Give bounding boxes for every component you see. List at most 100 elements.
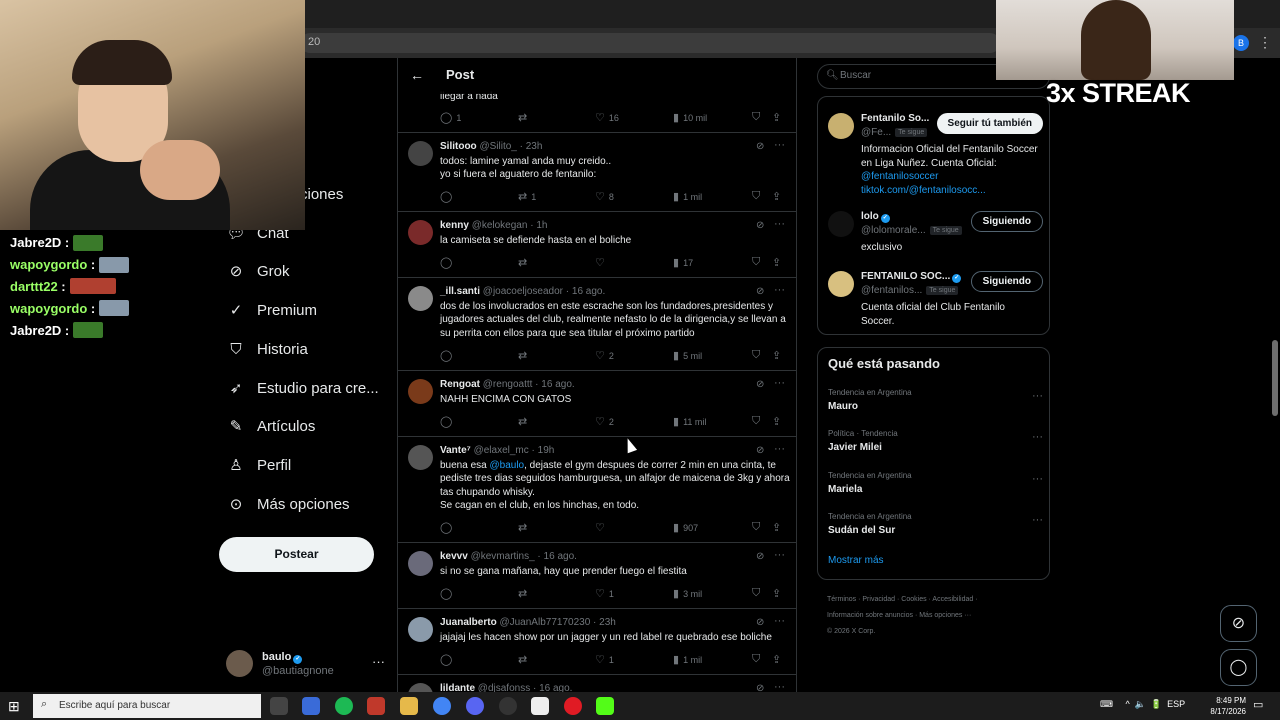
repost-button[interactable]: ⇄ (518, 256, 531, 269)
author-name[interactable]: kevvv (440, 551, 468, 562)
nav-item-mas-opciones[interactable]: ⊙ Más opciones (227, 489, 350, 519)
repost-button[interactable]: ⇄ (518, 415, 531, 428)
share-button[interactable]: ⇪ (772, 256, 781, 269)
reply-tweet[interactable]: Vante⁷ @elaxel_mc · 19h ⊘ ··· buena esa @… (398, 437, 796, 543)
author-handle[interactable]: @Silito_ (479, 141, 516, 152)
tweet-time[interactable]: 16 ago. (544, 551, 577, 562)
follow-back-button[interactable]: Seguir tú también (936, 113, 1043, 134)
following-button[interactable]: Siguiendo (970, 271, 1043, 292)
views-button[interactable]: ▮ 907 (673, 521, 698, 534)
grok-icon[interactable]: ⊘ (756, 683, 764, 692)
nav-item-historia[interactable]: ⛉ Historia (227, 334, 308, 364)
notifications-icon[interactable]: ▭ (1253, 698, 1263, 711)
more-icon[interactable]: ··· (1032, 390, 1043, 402)
author-handle[interactable]: @kelokegan (472, 220, 528, 231)
repost-button[interactable]: ⇄ (518, 587, 531, 600)
browser-menu-icon[interactable]: ⋮ (1258, 34, 1272, 51)
reply-tweet[interactable]: Juanalberto @JuanAlb77170230 · 23h ⊘ ··· … (398, 609, 796, 675)
grok-icon[interactable]: ⊘ (756, 445, 764, 456)
discord-icon[interactable] (466, 697, 484, 715)
grok-icon[interactable]: ⊘ (756, 286, 764, 297)
person-name-row[interactable]: FENTANILO SOC... ✓ (861, 271, 962, 283)
like-button[interactable]: ♡ 1 (595, 653, 614, 666)
task-view-icon[interactable] (270, 697, 288, 715)
grok-icon[interactable]: ⊘ (756, 379, 764, 390)
bio-url-link[interactable]: tiktok.com/@fentanilosocc... (861, 185, 986, 196)
repost-button[interactable]: ⇄ 1 (518, 190, 536, 203)
repost-button[interactable]: ⇄ (518, 521, 531, 534)
person-name-row[interactable]: lolo ✓ (861, 211, 890, 223)
nav-item-perfil[interactable]: ♙ Perfil (227, 450, 291, 480)
more-icon[interactable]: ··· (774, 549, 785, 561)
author-name[interactable]: Vante⁷ (440, 445, 471, 456)
more-icon[interactable]: ··· (774, 443, 785, 455)
more-icon[interactable]: ··· (774, 377, 785, 389)
author-handle[interactable]: @kevmartins_ (471, 551, 535, 562)
tweet-time[interactable]: 23h (599, 617, 616, 628)
trend-item[interactable]: Política · Tendencia Javier Milei ··· (828, 429, 1043, 453)
views-button[interactable]: ▮ 1 mil (673, 653, 702, 666)
avatar[interactable] (408, 683, 433, 692)
like-button[interactable]: ♡ 2 (595, 349, 614, 362)
views-button[interactable]: ▮ 17 (673, 256, 693, 269)
more-icon[interactable]: ··· (774, 681, 785, 692)
reply-tweet[interactable]: kevvv @kevmartins_ · 16 ago. ⊘ ··· si no … (398, 543, 796, 609)
system-tray[interactable]: ⌨ ^ 🔈 🔋 ESP (1100, 699, 1185, 710)
messages-float-button[interactable]: ◯ (1220, 649, 1257, 686)
more-icon[interactable]: ··· (1032, 514, 1043, 526)
avatar[interactable] (408, 445, 433, 470)
bookmark-button[interactable]: ⛉ (752, 653, 760, 666)
more-icon[interactable]: ··· (774, 139, 785, 151)
reply-button[interactable]: ◯ (440, 587, 456, 600)
reply-tweet[interactable]: Rengoat @rengoattt · 16 ago. ⊘ ··· NAHH E… (398, 371, 796, 437)
like-button[interactable]: ♡ (595, 256, 609, 269)
bookmark-button[interactable]: ⛉ (752, 521, 760, 534)
share-button[interactable]: ⇪ (772, 111, 781, 124)
views-button[interactable]: ▮ 1 mil (673, 190, 702, 203)
bio-mention-link[interactable]: @fentanilosoccer (861, 171, 938, 182)
footer-links-line[interactable]: Términos · Privacidad · Cookies · Accesi… (827, 592, 1047, 608)
author-handle[interactable]: @djsafonss (478, 683, 530, 692)
grok-icon[interactable]: ⊘ (756, 617, 764, 628)
grok-icon[interactable]: ⊘ (756, 141, 764, 152)
nav-item-articulos[interactable]: ✎ Artículos (227, 411, 316, 441)
share-button[interactable]: ⇪ (772, 653, 781, 666)
bookmark-button[interactable]: ⛉ (752, 415, 760, 428)
more-icon[interactable]: ··· (774, 615, 785, 627)
avatar[interactable] (828, 113, 854, 139)
share-button[interactable]: ⇪ (772, 587, 781, 600)
bookmark-button[interactable]: ⛉ (752, 587, 760, 600)
author-name[interactable]: kenny (440, 220, 469, 231)
person-card[interactable]: FENTANILO SOC... ✓ @fentanilos... Te sigue… (828, 271, 1043, 331)
back-arrow-icon[interactable]: ← (410, 67, 424, 83)
like-button[interactable]: ♡ 1 (595, 587, 614, 600)
avatar[interactable] (408, 551, 433, 576)
person-card[interactable]: lolo ✓ @lolomorale... Te sigue Siguiendo e… (828, 211, 1043, 256)
share-button[interactable]: ⇪ (772, 190, 781, 203)
more-icon[interactable]: ··· (774, 218, 785, 230)
obs-icon[interactable] (499, 697, 517, 715)
reply-button[interactable]: ◯ (440, 256, 456, 269)
repost-button[interactable]: ⇄ (518, 349, 531, 362)
author-handle[interactable]: @rengoattt (483, 379, 533, 390)
bookmark-button[interactable]: ⛉ (752, 349, 760, 362)
reply-button[interactable]: ◯ (440, 349, 456, 362)
views-button[interactable]: ▮ 3 mil (673, 587, 702, 600)
reply-tweet[interactable]: lildante @djsafonss · 16 ago. ⊘ ··· (398, 675, 796, 692)
footer-links-line[interactable]: Información sobre anuncios · Más opcione… (827, 608, 1047, 624)
reply-button[interactable]: ◯ 1 (440, 111, 461, 124)
author-handle[interactable]: @JuanAlb77170230 (499, 617, 590, 628)
mention-link[interactable]: @baulo (490, 460, 525, 471)
trend-item[interactable]: Tendencia en Argentina Mauro ··· (828, 388, 1043, 412)
reply-tweet[interactable]: kenny @kelokegan · 1h ⊘ ··· la camiseta s… (398, 212, 796, 278)
avatar[interactable] (408, 141, 433, 166)
like-button[interactable]: ♡ 16 (595, 111, 619, 124)
reply-button[interactable]: ◯ (440, 653, 456, 666)
person-card[interactable]: Fentanilo So... @Fe... Te sigue Seguir tú… (828, 113, 1043, 196)
bookmark-button[interactable]: ⛉ (752, 190, 760, 203)
language-indicator[interactable]: ESP (1167, 699, 1185, 709)
reply-button[interactable]: ◯ (440, 521, 456, 534)
more-icon[interactable]: ··· (1032, 473, 1043, 485)
bookmark-button[interactable]: ⛉ (752, 256, 760, 269)
grok-icon[interactable]: ⊘ (756, 551, 764, 562)
